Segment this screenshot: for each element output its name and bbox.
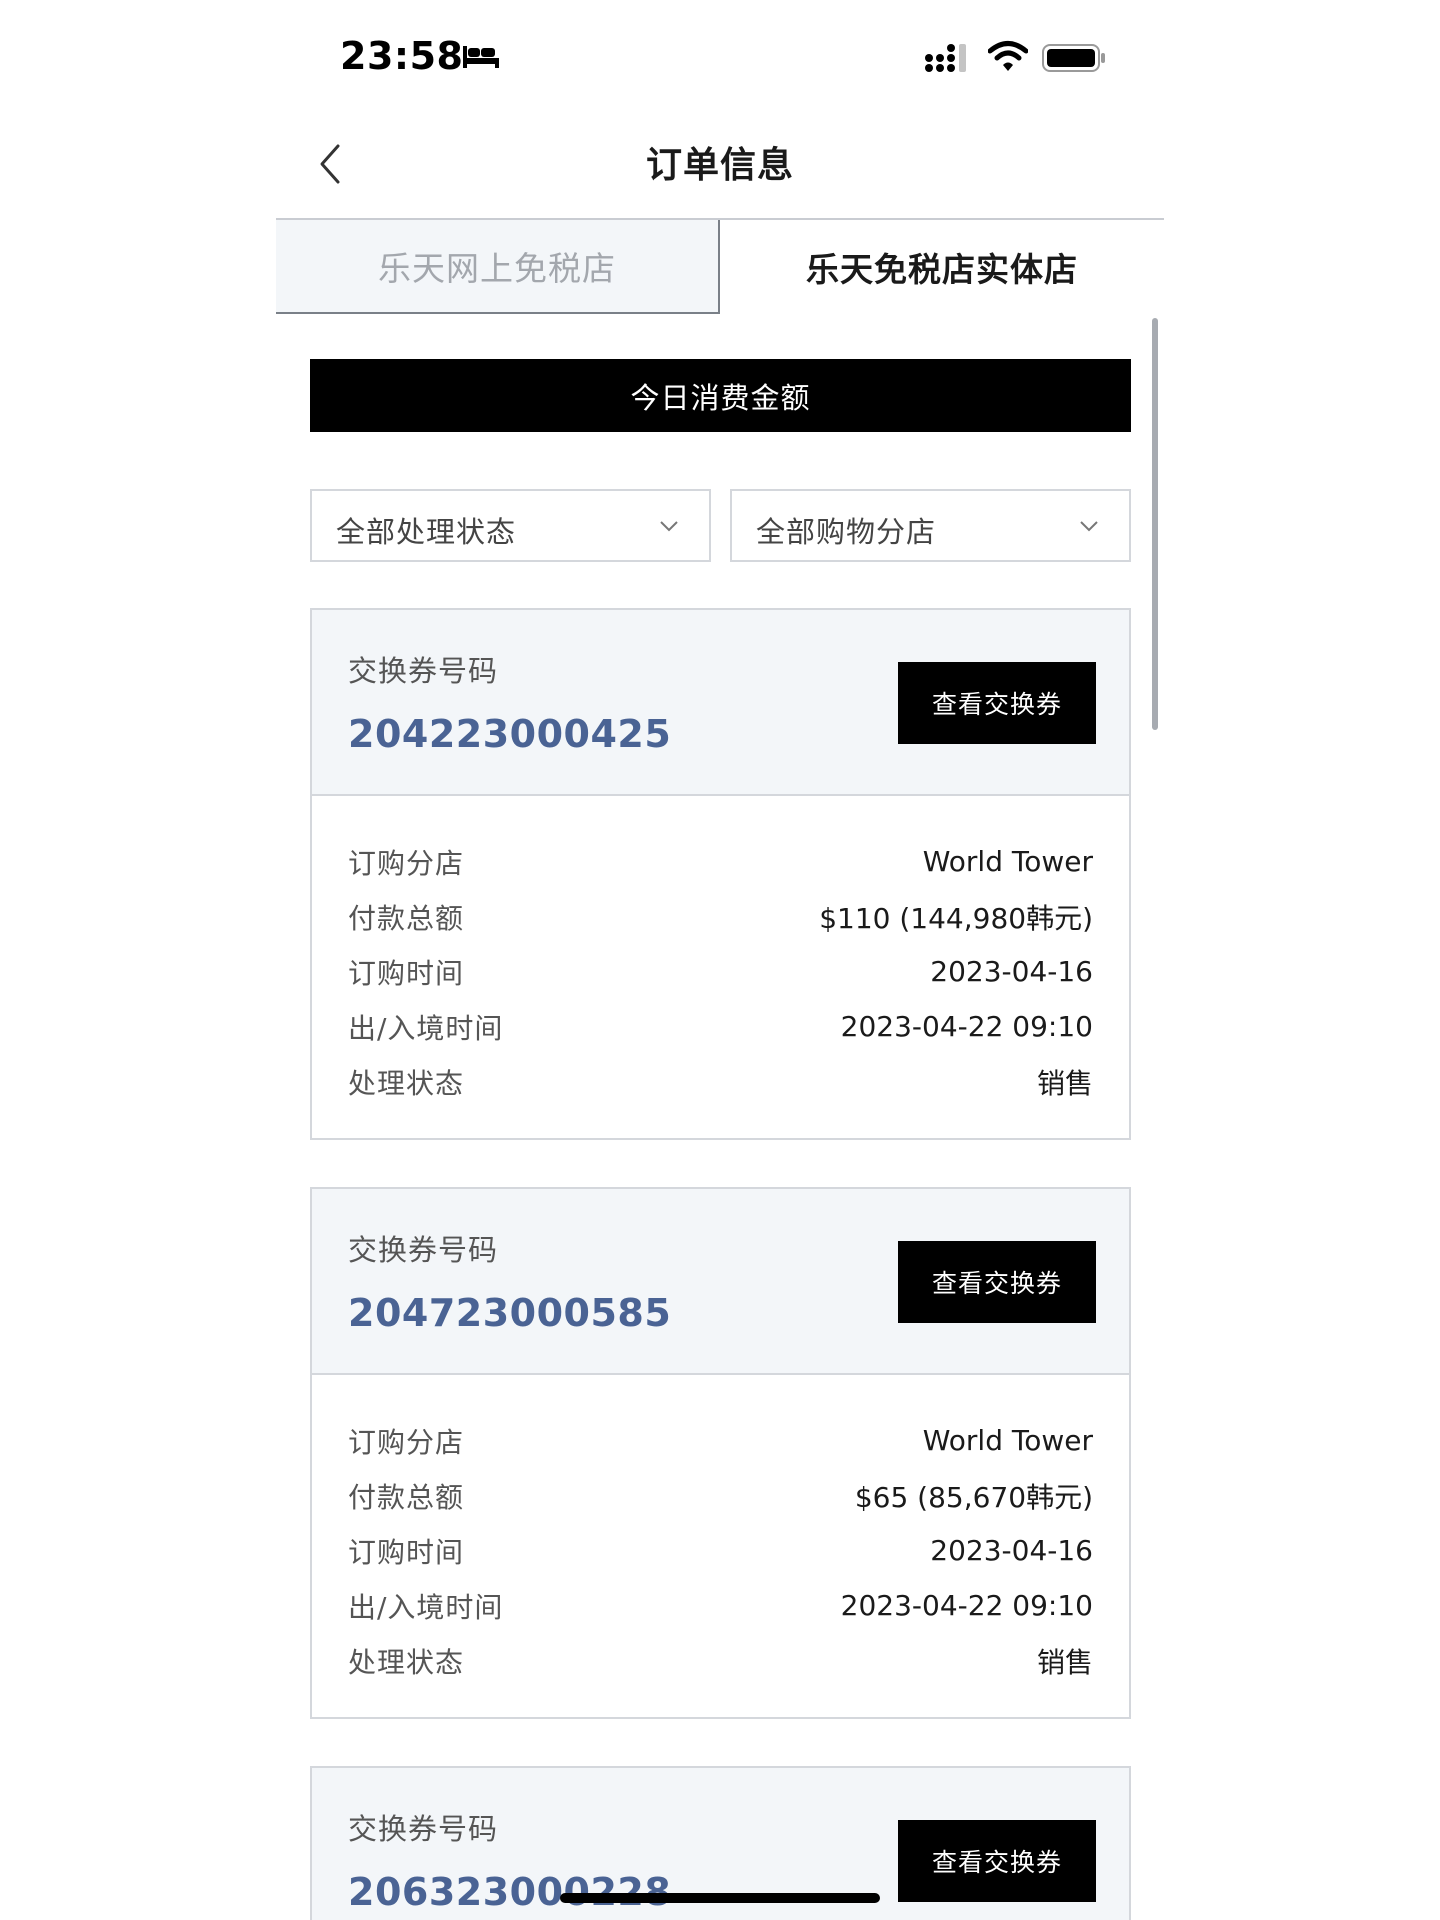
branch-filter-value: 全部购物分店 [756, 515, 937, 549]
detail-row-status: 处理状态 销售 [348, 1633, 1093, 1688]
detail-value: $110 (144,980韩元) [819, 901, 1093, 935]
detail-row-order-date: 订购时间 2023-04-16 [348, 1523, 1093, 1578]
detail-key: 订购分店 [348, 1425, 465, 1459]
order-card-header: 交换券号码 204723000585 查看交换券 [312, 1189, 1129, 1375]
bed-icon [463, 46, 499, 68]
detail-key: 订购时间 [348, 956, 465, 990]
order-card-header: 交换券号码 204223000425 查看交换券 [312, 610, 1129, 796]
detail-row-branch: 订购分店 World Tower [348, 1413, 1093, 1468]
order-details: 订购分店 World Tower 付款总额 $65 (85,670韩元) 订购时… [312, 1375, 1129, 1704]
detail-row-total: 付款总额 $110 (144,980韩元) [348, 889, 1093, 944]
status-filter-value: 全部处理状态 [336, 515, 517, 549]
view-voucher-button[interactable]: 查看交换券 [898, 662, 1096, 744]
detail-key: 出/入境时间 [348, 1011, 504, 1045]
detail-value: 2023-04-22 09:10 [840, 1589, 1093, 1622]
detail-value: 2023-04-16 [930, 955, 1093, 988]
detail-value: 销售 [1036, 1645, 1093, 1679]
detail-value: World Tower [922, 1424, 1093, 1457]
status-bar: 23:58 [0, 0, 1440, 110]
detail-value: 销售 [1036, 1066, 1093, 1100]
detail-value: $65 (85,670韩元) [854, 1480, 1093, 1514]
voucher-label: 交换券号码 [348, 654, 499, 688]
view-voucher-button[interactable]: 查看交换券 [898, 1241, 1096, 1323]
voucher-number: 204223000425 [348, 712, 672, 756]
detail-row-total: 付款总额 $65 (85,670韩元) [348, 1468, 1093, 1523]
wifi-icon [988, 41, 1028, 71]
view-voucher-button[interactable]: 查看交换券 [898, 1820, 1096, 1902]
detail-row-status: 处理状态 销售 [348, 1054, 1093, 1109]
order-card: 交换券号码 204223000425 查看交换券 订购分店 World Towe… [310, 608, 1131, 1140]
page-title: 订单信息 [645, 145, 794, 186]
detail-key: 订购分店 [348, 846, 465, 880]
tab-online-store[interactable]: 乐天网上免税店 [276, 220, 720, 314]
tab-bar: 乐天网上免税店 乐天免税店实体店 [276, 220, 1164, 314]
nav-header: 订单信息 [276, 110, 1164, 220]
voucher-number: 206323000228 [348, 1870, 672, 1914]
tab-physical-store[interactable]: 乐天免税店实体店 [720, 220, 1164, 314]
order-details: 订购分店 World Tower 付款总额 $110 (144,980韩元) 订… [312, 796, 1129, 1125]
detail-key: 出/入境时间 [348, 1590, 504, 1624]
status-time: 23:58 [340, 34, 464, 78]
detail-row-branch: 订购分店 World Tower [348, 834, 1093, 889]
chevron-down-icon [660, 521, 678, 532]
detail-key: 处理状态 [348, 1066, 465, 1100]
voucher-label: 交换券号码 [348, 1233, 499, 1267]
home-indicator[interactable] [560, 1893, 880, 1903]
detail-row-departure: 出/入境时间 2023-04-22 09:10 [348, 1578, 1093, 1633]
detail-row-order-date: 订购时间 2023-04-16 [348, 944, 1093, 999]
today-spending-button[interactable]: 今日消费金额 [310, 359, 1131, 432]
voucher-number: 204723000585 [348, 1291, 672, 1335]
detail-key: 处理状态 [348, 1645, 465, 1679]
detail-key: 付款总额 [348, 901, 465, 935]
order-card: 交换券号码 204723000585 查看交换券 订购分店 World Towe… [310, 1187, 1131, 1719]
detail-value: 2023-04-16 [930, 1534, 1093, 1567]
detail-row-departure: 出/入境时间 2023-04-22 09:10 [348, 999, 1093, 1054]
scrollbar[interactable] [1152, 318, 1158, 730]
detail-value: World Tower [922, 845, 1093, 878]
detail-key: 付款总额 [348, 1480, 465, 1514]
voucher-label: 交换券号码 [348, 1812, 499, 1846]
chevron-down-icon [1080, 521, 1098, 532]
detail-key: 订购时间 [348, 1535, 465, 1569]
battery-icon [1042, 44, 1105, 72]
signal-icon [925, 44, 966, 72]
detail-value: 2023-04-22 09:10 [840, 1010, 1093, 1043]
status-filter-select[interactable]: 全部处理状态 [310, 489, 711, 562]
branch-filter-select[interactable]: 全部购物分店 [730, 489, 1131, 562]
